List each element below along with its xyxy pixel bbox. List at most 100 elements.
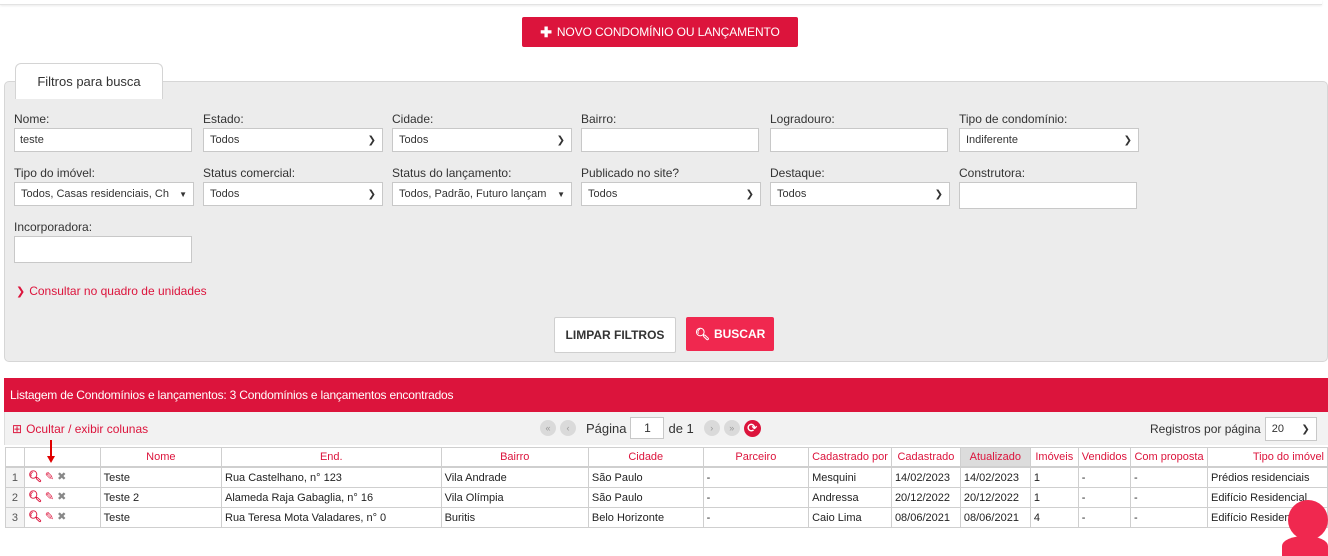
cell-address: Rua Teresa Mota Valadares, n° 0	[221, 507, 442, 528]
cell-address: Alameda Raja Gabaglia, n° 16	[221, 487, 442, 508]
city-label: Cidade:	[392, 112, 434, 126]
builder-field: Construtora:	[959, 166, 1137, 209]
developer-input[interactable]	[14, 236, 192, 263]
view-icon[interactable]: 🔍︎	[28, 512, 42, 523]
cell-updated: 20/12/2022	[959, 487, 1031, 508]
per-page-select[interactable]: 20 ❯	[1264, 417, 1317, 441]
property-type-field: Tipo do imóvel: Todos, Casas residenciai…	[14, 166, 194, 206]
highlight-select[interactable]: Todos ❯	[770, 182, 950, 206]
cell-name: Teste 2	[99, 487, 223, 508]
columns-icon: ⊞	[12, 422, 23, 436]
cell-city: São Paulo	[587, 487, 704, 508]
highlight-label: Destaque:	[770, 166, 825, 180]
cell-partner: -	[702, 507, 810, 528]
cell-property-type: Prédios residenciais	[1207, 466, 1328, 488]
condo-type-label: Tipo de condomínio:	[959, 112, 1068, 126]
launch-status-select[interactable]: Todos, Padrão, Futuro lançam ▼	[392, 182, 572, 206]
row-actions: 🔍︎ ✎ ✖	[23, 466, 101, 488]
cell-with-proposal: -	[1130, 507, 1209, 528]
launch-status-value: Todos, Padrão, Futuro lançam	[399, 188, 547, 200]
search-button[interactable]: 🔍︎ BUSCAR	[686, 317, 774, 351]
neighborhood-input[interactable]	[581, 128, 759, 152]
property-type-select[interactable]: Todos, Casas residenciais, Ch ▼	[14, 182, 194, 206]
caret-down-icon: ▼	[179, 189, 187, 199]
name-field: Nome: teste	[14, 112, 192, 152]
street-input[interactable]	[770, 128, 948, 152]
chevron-down-icon: ❯	[745, 188, 754, 200]
caret-down-icon: ▼	[557, 189, 565, 199]
chat-launcher-icon[interactable]	[1282, 536, 1328, 556]
last-page-icon[interactable]: »	[723, 420, 740, 436]
cell-registered: 20/12/2022	[890, 487, 961, 508]
state-value: Todos	[210, 134, 240, 146]
developer-label: Incorporadora:	[14, 220, 93, 234]
top-panel-edge	[0, 0, 1322, 5]
edit-icon[interactable]: ✎	[45, 472, 54, 483]
commercial-status-value: Todos	[210, 188, 240, 200]
developer-field: Incorporadora:	[14, 220, 192, 263]
first-page-icon[interactable]: «	[540, 420, 556, 436]
edit-icon[interactable]: ✎	[45, 512, 54, 523]
commercial-status-label: Status comercial:	[203, 166, 296, 180]
neighborhood-field: Bairro:	[581, 112, 759, 152]
per-page: Registros por página 20 ❯	[1150, 417, 1317, 441]
column-header-sold[interactable]: Vendidos	[1077, 447, 1132, 468]
delete-icon[interactable]: ✖	[57, 472, 66, 483]
page-label: Página	[586, 420, 627, 436]
commercial-status-select[interactable]: Todos ❯	[203, 182, 383, 206]
column-header-city[interactable]: Cidade	[587, 447, 704, 468]
name-label: Nome:	[14, 112, 50, 126]
column-header-partner[interactable]: Parceiro	[702, 447, 810, 468]
published-select[interactable]: Todos ❯	[581, 182, 761, 206]
new-condominium-button[interactable]: ✚ NOVO CONDOMÍNIO OU LANÇAMENTO	[522, 17, 798, 47]
row-actions: 🔍︎ ✎ ✖	[23, 487, 101, 508]
property-type-value: Todos, Casas residenciais, Ch	[21, 188, 169, 200]
filters-tab: Filtros para busca	[15, 63, 163, 99]
builder-input[interactable]	[959, 182, 1137, 209]
column-header-address[interactable]: End.	[221, 447, 442, 468]
column-header-with-proposal[interactable]: Com proposta	[1130, 447, 1209, 468]
cell-registered: 14/02/2023	[890, 466, 961, 488]
table-row: 3 🔍︎ ✎ ✖ Teste Rua Teresa Mota Valadares, …	[5, 507, 1328, 528]
name-input[interactable]: teste	[14, 128, 192, 152]
page-input[interactable]: 1	[630, 417, 665, 439]
cell-updated: 14/02/2023	[959, 466, 1031, 488]
delete-icon[interactable]: ✖	[57, 492, 66, 503]
listing-toolbar: ⊞ Ocultar / exibir colunas « ‹ Página 1 …	[4, 412, 1328, 445]
row-number: 1	[5, 466, 25, 488]
row-number: 2	[5, 487, 25, 508]
city-value: Todos	[399, 134, 429, 146]
city-select[interactable]: Todos ❯	[392, 128, 572, 152]
refresh-icon[interactable]: ⟳	[743, 419, 761, 437]
table-header-row: Nome End. Bairro Cidade Parceiro Cadastr…	[5, 447, 1328, 468]
street-label: Logradouro:	[770, 112, 835, 126]
condo-type-select[interactable]: Indiferente ❯	[959, 128, 1139, 152]
chevron-down-icon: ❯	[367, 188, 376, 200]
chat-bubble-icon[interactable]	[1288, 500, 1328, 540]
column-header-updated[interactable]: Atualizado	[959, 447, 1031, 468]
column-header-properties[interactable]: Imóveis	[1029, 447, 1079, 468]
column-header-neighborhood[interactable]: Bairro	[440, 447, 589, 468]
delete-icon[interactable]: ✖	[57, 512, 66, 523]
published-label: Publicado no site?	[581, 166, 680, 180]
column-header-property-type[interactable]: Tipo do imóvel	[1207, 447, 1328, 468]
state-select[interactable]: Todos ❯	[203, 128, 383, 152]
page-total: de 1	[668, 420, 694, 436]
column-header-registered[interactable]: Cadastrado	[890, 447, 961, 468]
view-icon[interactable]: 🔍︎	[28, 492, 42, 503]
consult-units-link[interactable]: ❯ Consultar no quadro de unidades	[16, 284, 207, 298]
pagination: « ‹ Página 1 de 1 › » ⟳	[540, 417, 761, 439]
next-page-icon[interactable]: ›	[703, 420, 720, 436]
condo-type-value: Indiferente	[966, 134, 1018, 146]
cell-name: Teste	[99, 507, 223, 528]
clear-filters-button[interactable]: LIMPAR FILTROS	[554, 317, 676, 353]
search-label: BUSCAR	[713, 327, 766, 341]
column-header-name[interactable]: Nome	[99, 447, 223, 468]
view-icon[interactable]: 🔍︎	[28, 472, 42, 483]
toggle-columns-link[interactable]: ⊞ Ocultar / exibir colunas	[12, 422, 148, 436]
prev-page-icon[interactable]: ‹	[560, 420, 576, 436]
edit-icon[interactable]: ✎	[45, 492, 54, 503]
table-row: 1 🔍︎ ✎ ✖ Teste Rua Castelhano, n° 123 Vila…	[5, 466, 1328, 488]
cell-registered-by: Andressa	[808, 487, 892, 508]
column-header-registered-by[interactable]: Cadastrado por	[808, 447, 892, 468]
